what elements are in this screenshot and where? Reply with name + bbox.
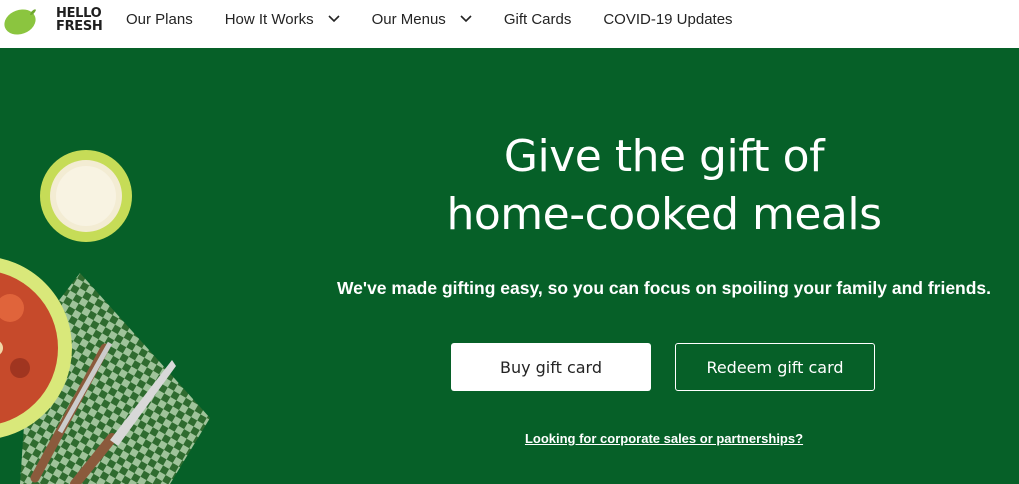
corporate-sales-link[interactable]: Looking for corporate sales or partnersh… — [400, 431, 928, 446]
nav-item-label: Gift Cards — [503, 10, 572, 28]
main-nav: Our Plans How It Works Our Menus Gift Ca… — [126, 0, 765, 38]
redeem-gift-card-button[interactable]: Redeem gift card — [675, 343, 875, 391]
nav-item-label: Our Plans — [126, 10, 193, 28]
nav-item-our-plans[interactable]: Our Plans — [126, 11, 193, 28]
headline-line-2: home-cooked meals — [446, 189, 882, 240]
nav-item-label: How It Works — [224, 10, 314, 28]
food-plate-illustration — [0, 150, 210, 484]
nav-item-covid-updates[interactable]: COVID-19 Updates — [603, 11, 732, 28]
hellofresh-logo[interactable]: HELLO FRESH — [3, 6, 103, 36]
nav-item-label: COVID-19 Updates — [603, 10, 733, 28]
nav-item-label: Our Menus — [371, 10, 446, 28]
chevron-down-icon — [460, 15, 472, 23]
hero-subtext: We've made gifting easy, so you can focu… — [336, 278, 992, 298]
chevron-down-icon — [328, 15, 340, 23]
nav-item-our-menus[interactable]: Our Menus — [372, 11, 472, 28]
nav-item-how-it-works[interactable]: How It Works — [225, 11, 340, 28]
lime-logo-icon — [4, 9, 36, 35]
logo-wordmark: HELLO FRESH — [56, 7, 103, 34]
headline-line-1: Give the gift of — [503, 131, 825, 182]
gift-card-hero: Give the gift of home-cooked meals We've… — [0, 48, 1019, 484]
logo-line-fresh: FRESH — [56, 19, 103, 34]
hero-headline: Give the gift of home-cooked meals — [400, 128, 928, 244]
top-navigation-bar: HELLO FRESH Our Plans How It Works Our M… — [0, 0, 1019, 48]
buy-gift-card-button[interactable]: Buy gift card — [451, 343, 651, 391]
nav-item-gift-cards[interactable]: Gift Cards — [504, 11, 572, 28]
